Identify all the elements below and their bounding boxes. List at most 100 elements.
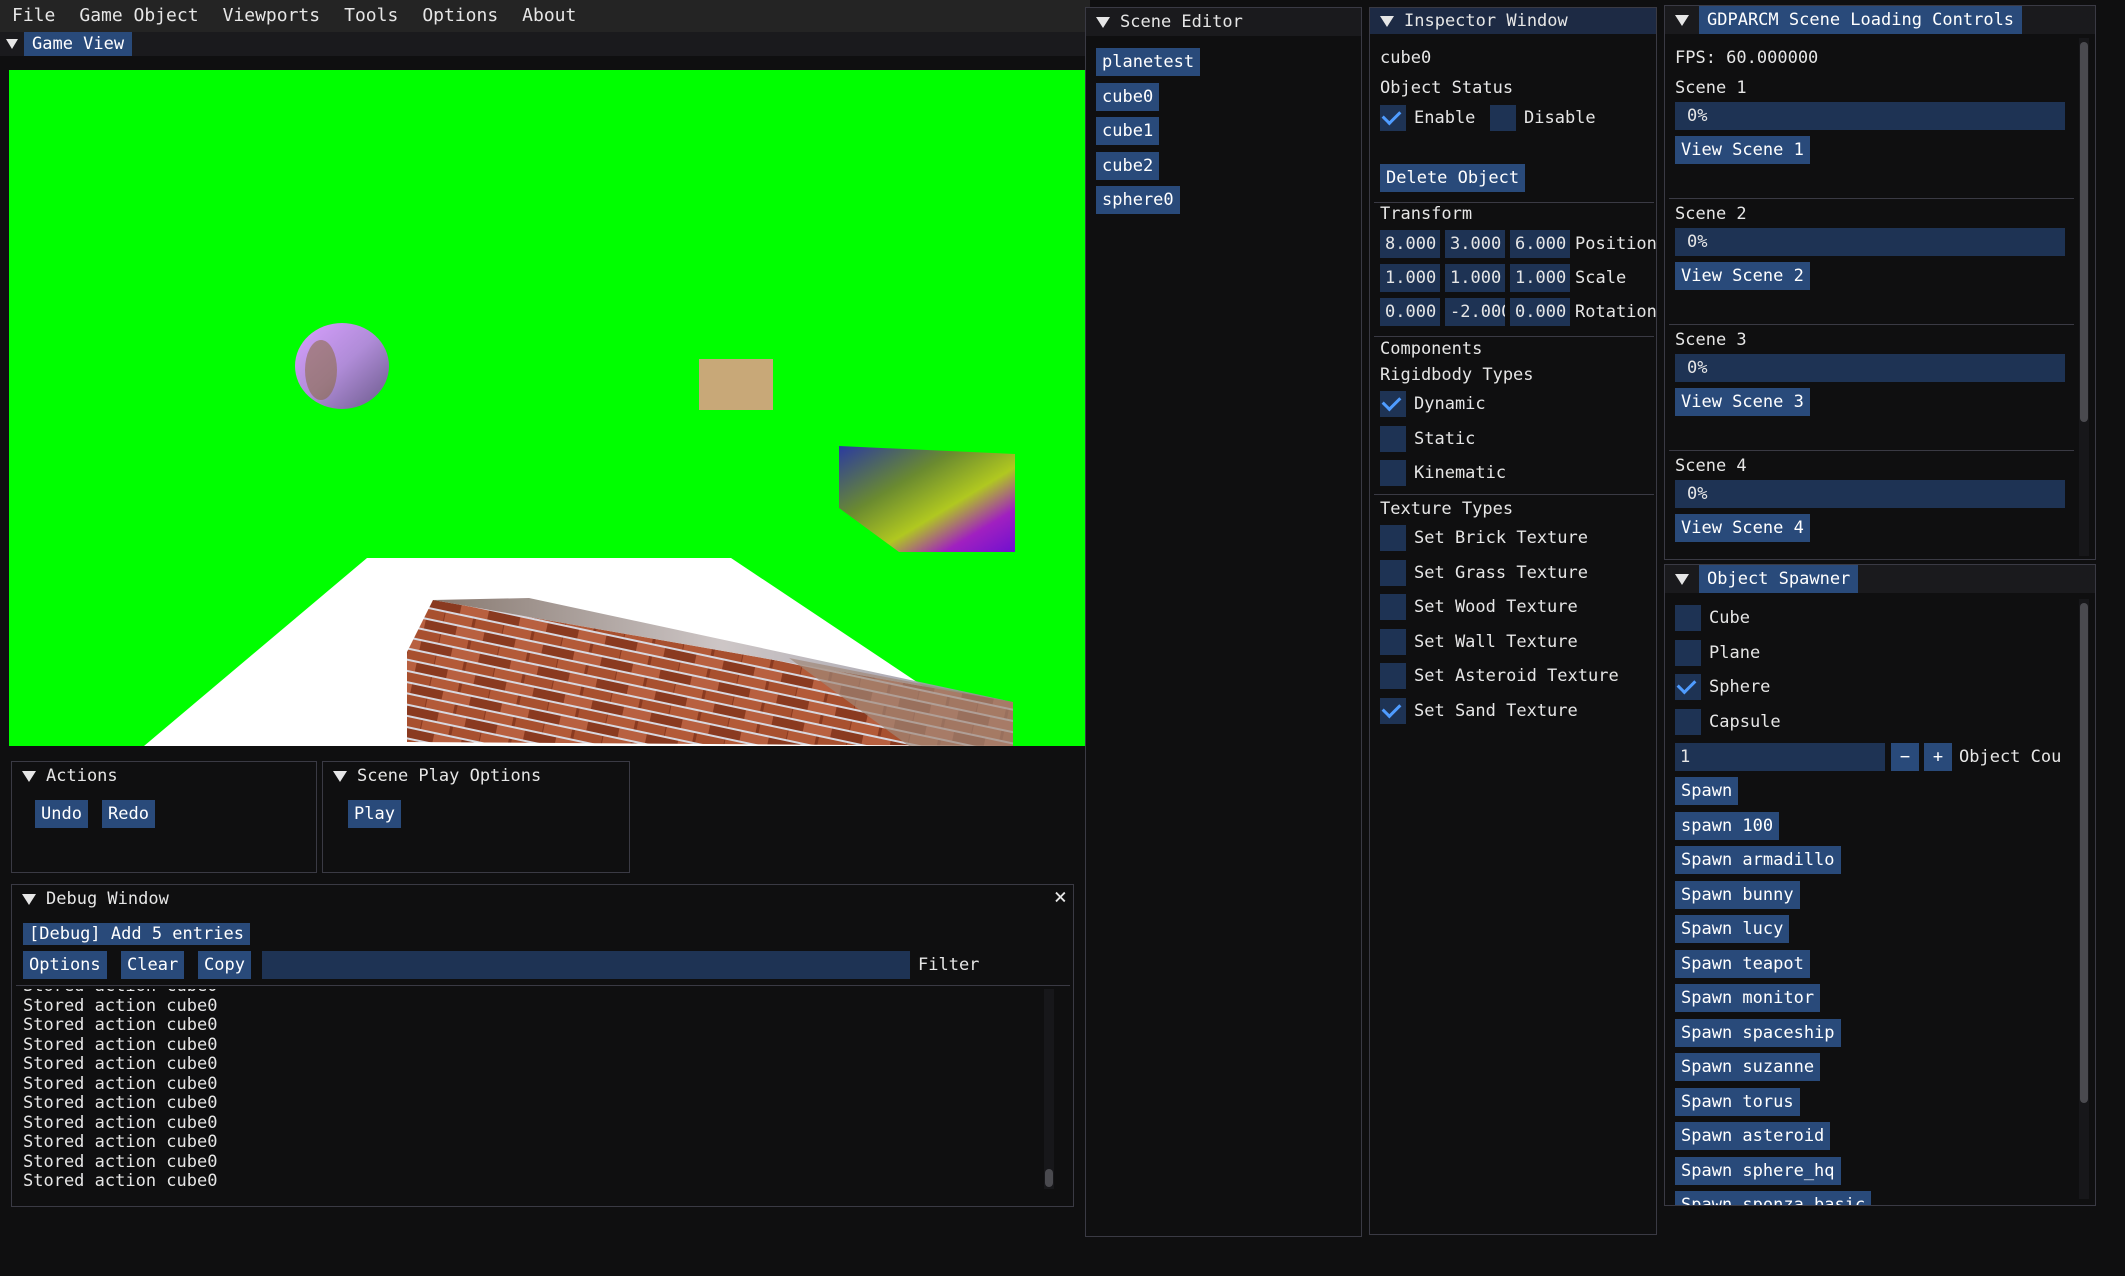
texture-checkbox[interactable]: [1380, 525, 1406, 551]
scene-editor-window: Scene Editor planetest cube0 cube1 cube2 sph…: [1085, 7, 1362, 1237]
rotation-z-input[interactable]: 0.000: [1510, 298, 1570, 326]
texture-checkbox[interactable]: [1380, 559, 1406, 586]
spawn-button[interactable]: Spawn lucy: [1675, 915, 1790, 943]
menu-tools[interactable]: Tools: [332, 0, 410, 32]
disable-label: Disable: [1524, 108, 1596, 128]
menu-game-object[interactable]: Game Object: [67, 0, 210, 32]
rotation-x-input[interactable]: 0.000: [1380, 298, 1440, 326]
object-count-input[interactable]: 1: [1675, 743, 1885, 771]
debug-clear-button[interactable]: Clear: [121, 951, 185, 979]
texture-label: Set Sand Texture: [1414, 700, 1578, 721]
collapse-arrow-icon[interactable]: [22, 893, 36, 905]
game-view-tab[interactable]: Game View: [24, 32, 133, 56]
redo-button[interactable]: Redo: [102, 800, 155, 828]
texture-checkbox[interactable]: [1380, 663, 1406, 689]
menu-options[interactable]: Options: [410, 0, 510, 32]
position-z-input[interactable]: 6.000: [1510, 230, 1570, 258]
scene-separator: [1669, 450, 2074, 451]
object-spawner-title[interactable]: Object Spawner: [1699, 565, 1859, 593]
debug-filter-input[interactable]: [262, 951, 910, 979]
inspector-title: Inspector Window: [1404, 11, 1568, 31]
play-button[interactable]: Play: [348, 800, 401, 828]
debug-filter-label: Filter: [918, 955, 980, 975]
add-debug-entries-button[interactable]: [Debug] Add 5 entries: [23, 923, 250, 945]
collapse-arrow-icon[interactable]: [6, 39, 18, 49]
scene-name-label: Scene 2: [1675, 204, 1747, 224]
view-scene-button[interactable]: View Scene 3: [1675, 388, 1810, 416]
spawn-button[interactable]: Spawn sponza_basic: [1675, 1191, 1872, 1205]
scene-item-cube1[interactable]: cube1: [1096, 117, 1160, 145]
spawn-button[interactable]: Spawn bunny: [1675, 880, 1800, 909]
components-label: Components: [1380, 339, 1483, 359]
close-icon[interactable]: ×: [1054, 885, 1067, 911]
scene-progress-bar: 0%: [1675, 228, 2065, 256]
object-spawner-scrollbar[interactable]: [2079, 599, 2089, 1199]
menu-viewports[interactable]: Viewports: [211, 0, 333, 32]
spawn-button[interactable]: spawn 100: [1675, 811, 1780, 840]
delete-object-button[interactable]: Delete Object: [1380, 164, 1526, 192]
rigidbody-static-checkbox[interactable]: [1380, 425, 1406, 452]
texture-checkbox[interactable]: [1380, 628, 1406, 655]
collapse-arrow-icon[interactable]: [1675, 14, 1689, 26]
game-viewport[interactable]: [9, 70, 1085, 746]
texture-checkbox[interactable]: [1380, 697, 1406, 724]
collapse-arrow-icon[interactable]: [22, 770, 36, 782]
debug-scrollbar[interactable]: [1044, 989, 1054, 1189]
collapse-arrow-icon[interactable]: [1380, 15, 1394, 27]
scale-z-input[interactable]: 1.000: [1510, 264, 1570, 292]
undo-button[interactable]: Undo: [35, 800, 88, 828]
rigidbody-label: Static: [1414, 428, 1476, 449]
spawn-button[interactable]: Spawn suzanne: [1675, 1053, 1821, 1081]
view-scene-button[interactable]: View Scene 1: [1675, 136, 1810, 164]
spawn-type-capsule-checkbox[interactable]: [1675, 708, 1701, 735]
menu-about[interactable]: About: [510, 0, 588, 32]
scene-item-cube2[interactable]: cube2: [1096, 151, 1160, 180]
spawn-button[interactable]: Spawn armadillo: [1675, 846, 1841, 874]
rigidbody-types-label: Rigidbody Types: [1380, 365, 1534, 385]
spawn-button[interactable]: Spawn: [1675, 777, 1739, 805]
scene-loading-title[interactable]: GDPARCM Scene Loading Controls: [1699, 6, 2023, 34]
position-y-input[interactable]: 3.000: [1445, 230, 1505, 258]
spawn-button[interactable]: Spawn monitor: [1675, 984, 1821, 1012]
spawn-button[interactable]: Spawn teapot: [1675, 949, 1810, 978]
spawn-type-sphere-checkbox[interactable]: [1675, 674, 1701, 700]
increment-button[interactable]: +: [1924, 743, 1952, 771]
scene-name-label: Scene 1: [1675, 78, 1747, 98]
spawn-button[interactable]: Spawn spaceship: [1675, 1018, 1841, 1047]
scene-loading-scrollbar[interactable]: [2079, 38, 2089, 556]
debug-window: Debug Window × [Debug] Add 5 entries Opt…: [11, 884, 1074, 1207]
spawn-button[interactable]: Spawn torus: [1675, 1087, 1800, 1116]
spawn-type-plane-checkbox[interactable]: [1675, 639, 1701, 666]
collapse-arrow-icon[interactable]: [1675, 573, 1689, 585]
rigidbody-dynamic-checkbox[interactable]: [1380, 391, 1406, 417]
scene-item-planetest[interactable]: planetest: [1096, 48, 1201, 76]
position-x-input[interactable]: 8.000: [1380, 230, 1440, 258]
debug-options-button[interactable]: Options: [23, 951, 107, 979]
disable-checkbox[interactable]: [1490, 105, 1516, 131]
spawn-type-cube-checkbox[interactable]: [1675, 605, 1701, 631]
view-scene-button[interactable]: View Scene 4: [1675, 514, 1810, 542]
menu-file[interactable]: File: [0, 0, 67, 32]
rigidbody-kinematic-checkbox[interactable]: [1380, 460, 1406, 486]
texture-checkbox[interactable]: [1380, 594, 1406, 620]
scene-item-sphere0[interactable]: sphere0: [1096, 186, 1180, 214]
view-scene-button[interactable]: View Scene 2: [1675, 262, 1810, 290]
fps-readout: FPS: 60.000000: [1675, 48, 1819, 68]
scale-y-input[interactable]: 1.000: [1445, 264, 1505, 292]
decrement-button[interactable]: −: [1891, 743, 1919, 771]
spawn-button[interactable]: Spawn sphere_hq: [1675, 1156, 1841, 1185]
enable-label: Enable: [1414, 108, 1476, 128]
scale-x-input[interactable]: 1.000: [1380, 264, 1440, 292]
position-label: Position: [1575, 234, 1657, 254]
texture-label: Set Wood Texture: [1414, 597, 1578, 617]
spawn-type-label: Plane: [1709, 642, 1761, 663]
spawn-button[interactable]: Spawn asteroid: [1675, 1122, 1831, 1150]
collapse-arrow-icon[interactable]: [333, 770, 347, 782]
scene-item-cube0[interactable]: cube0: [1096, 82, 1160, 111]
enable-checkbox[interactable]: [1380, 105, 1406, 131]
collapse-arrow-icon[interactable]: [1096, 16, 1110, 28]
debug-copy-button[interactable]: Copy: [198, 951, 251, 979]
rotation-y-input[interactable]: -2.000: [1445, 298, 1505, 326]
texture-label: Set Brick Texture: [1414, 528, 1588, 548]
actions-window: Actions Undo Redo: [11, 761, 317, 873]
